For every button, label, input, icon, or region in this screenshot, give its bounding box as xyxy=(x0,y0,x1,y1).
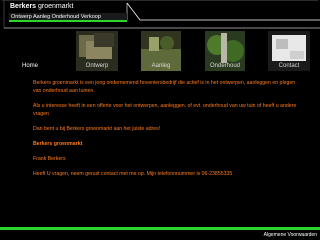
nav-item-onderhoud[interactable]: Onderhoud xyxy=(205,31,245,71)
main-navigation: Home Ontwerp Aanleg Onderhoud Contact xyxy=(0,31,320,71)
main-content: Berkers groenmarkt is een jong onderneme… xyxy=(33,79,303,185)
nav-label-ontwerp: Ontwerp xyxy=(85,63,109,69)
owner-name: Frank Berkers xyxy=(33,156,66,162)
brand-rest: groenmarkt xyxy=(36,3,74,10)
nav-label-onderhoud: Onderhoud xyxy=(209,63,241,69)
header: Berkers groenmarkt Ontwerp Aanleg Onderh… xyxy=(0,0,320,30)
nav-item-contact[interactable]: Contact xyxy=(268,31,310,71)
company-name: Berkers groenmarkt xyxy=(33,141,83,147)
nav-item-ontwerp[interactable]: Ontwerp xyxy=(76,31,118,71)
terms-link[interactable]: Algemene Voorwaarden xyxy=(264,232,317,238)
contact-paragraph: Heeft U vragen, neem gerust contact met … xyxy=(33,171,233,177)
nav-item-home[interactable]: Home xyxy=(0,31,60,71)
address-paragraph: Dan bent u bij Berkers groenmarkt aan he… xyxy=(33,126,161,132)
nav-label-contact: Contact xyxy=(278,63,300,69)
brand-strong: Berkers xyxy=(10,3,37,10)
nav-label-home: Home xyxy=(22,63,39,69)
nav-label-aanleg: Aanleg xyxy=(151,63,171,69)
tagline-underline xyxy=(9,20,127,22)
footer-bar xyxy=(0,227,320,230)
interest-paragraph: Als u interesse heeft in een offerte voo… xyxy=(33,103,297,117)
intro-paragraph: Berkers groenmarkt is een jong onderneme… xyxy=(33,80,296,94)
footer: Algemene Voorwaarden xyxy=(0,227,320,240)
brand-logo[interactable]: Berkers groenmarkt xyxy=(10,3,73,11)
nav-item-aanleg[interactable]: Aanleg xyxy=(141,31,181,71)
